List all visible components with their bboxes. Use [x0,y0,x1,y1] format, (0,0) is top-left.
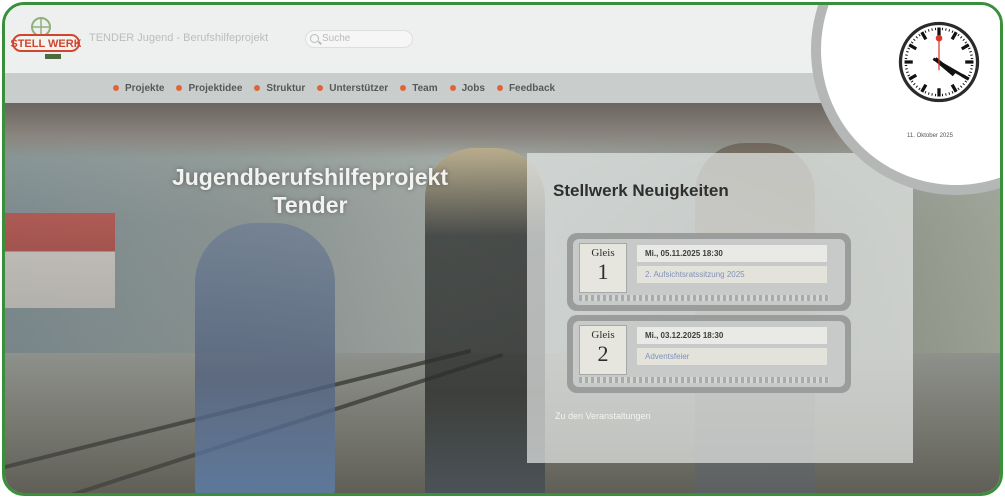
nav-item-struktur[interactable]: Struktur [254,83,305,94]
gleis-sign: Gleis 1 [579,243,627,293]
news-title: Stellwerk Neuigkeiten [553,181,729,200]
gleis-label: Gleis [591,247,615,259]
nav-label: Projektidee [188,82,243,94]
event-link[interactable]: Adventsfeier [637,348,827,365]
gleis-label: Gleis [591,329,615,341]
minute-tick [905,54,908,56]
bullet-icon [113,85,119,91]
bullet-icon [400,85,407,91]
station-clock [898,21,980,103]
minute-tick [905,68,908,70]
hero-title-line1: Jugendberufshilfeprojekt [171,164,449,190]
hero-image: Jugendberufshilfeprojekt Tender Stellwer… [5,103,1000,493]
board-strip [579,295,829,301]
nav-label: Feedback [508,82,556,94]
nav-item-team[interactable]: Team [400,82,438,94]
site-title: TENDER Jugend - Berufshilfeprojekt [89,32,269,44]
bullet-icon [176,85,183,91]
nav-item-jobs[interactable]: Jobs [449,82,485,94]
hero-title: Jugendberufshilfeprojekt Tender [95,163,525,219]
page-frame: STELL WERK TENDER Jugend - Berufshilfepr… [2,2,1003,496]
gleis-sign: Gleis 2 [579,325,627,375]
nav-item-projektidee[interactable]: Projektidee [176,83,242,94]
person-jumping [195,223,335,493]
nav-item-feedback[interactable]: Feedback [496,82,556,94]
train [5,213,115,308]
hero-title-line2: Tender [272,192,348,218]
gleis-number: 2 [597,341,609,366]
nav-label: Struktur [266,82,306,94]
minute-tick [931,93,933,96]
search-input[interactable]: Suche [305,30,413,48]
search-icon [310,34,319,43]
bullet-icon [449,85,456,91]
minute-tick [970,54,973,56]
minute-tick [931,28,933,31]
nav-label: Unterstützer [329,82,389,94]
clock-date: 11. Oktober 2025 [907,133,953,139]
all-events-link[interactable]: Zu den Veranstaltungen [555,411,651,421]
nav-item-projekte[interactable]: Projekte [113,83,164,94]
board-strip [579,377,829,383]
nav-item-unterstuetzer[interactable]: Unterstützer [317,83,388,94]
stellwerk-logo[interactable]: STELL WERK [10,13,82,65]
search-placeholder: Suche [322,33,351,44]
nav-label: Projekte [125,82,165,94]
logo-text: STELL WERK [11,38,81,50]
minute-tick [945,93,947,96]
nav-label: Team [412,82,438,94]
event-date: Mi., 03.12.2025 18:30 [637,327,827,344]
minute-tick [970,68,973,70]
event-link[interactable]: 2. Aufsichtsratssitzung 2025 [637,266,827,283]
minute-tick [945,28,947,31]
news-entry[interactable]: Gleis 2 Mi., 03.12.2025 18:30 Adventsfei… [567,315,851,393]
news-panel: Stellwerk Neuigkeiten Gleis 1 Mi., 05.11… [527,153,913,463]
departure-board: Gleis 1 Mi., 05.11.2025 18:30 2. Aufsich… [573,239,845,305]
departure-board: Gleis 2 Mi., 03.12.2025 18:30 Adventsfei… [573,321,845,387]
event-date: Mi., 05.11.2025 18:30 [637,245,827,262]
gleis-number: 1 [597,259,609,284]
bullet-icon [254,85,261,91]
nav-label: Jobs [461,82,485,94]
news-entry[interactable]: Gleis 1 Mi., 05.11.2025 18:30 2. Aufsich… [567,233,851,311]
bullet-icon [317,85,324,91]
bullet-icon [496,85,503,91]
